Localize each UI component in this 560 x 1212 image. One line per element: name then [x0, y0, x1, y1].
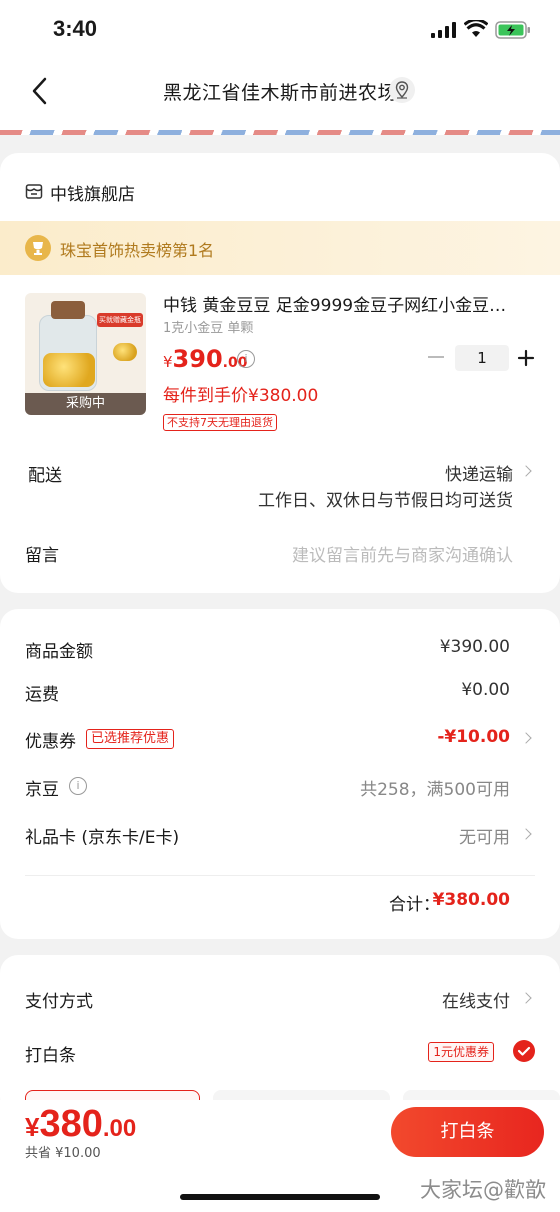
image-badge: 买就赠藏金瓶: [97, 313, 143, 327]
trophy-icon: [25, 235, 51, 261]
goods-amount-label: 商品金额: [25, 642, 93, 662]
baitiao-label: 打白条: [25, 1046, 76, 1066]
gift-card-value[interactable]: 无可用: [459, 823, 510, 848]
saved-amount: 共省 ¥10.00: [25, 1146, 101, 1161]
battery-icon: [495, 21, 530, 39]
price-info-icon[interactable]: i: [237, 350, 255, 368]
rank-banner[interactable]: 珠宝首饰热卖榜第1名: [0, 221, 560, 275]
price-currency: ¥: [163, 353, 173, 371]
delivery-time-note: 工作日、双休日与节假日均可送货: [258, 491, 513, 511]
payment-method-value[interactable]: 在线支付: [442, 987, 510, 1012]
bottom-price-integer: 380: [39, 1103, 103, 1145]
total-value: ¥380.00: [432, 890, 510, 910]
product-image[interactable]: 买就赠藏金瓶 采购中: [25, 293, 146, 415]
goods-amount-value: ¥390.00: [439, 637, 510, 657]
payment-method-label: 支付方式: [25, 992, 93, 1012]
store-card: 中钱旗舰店 珠宝首饰热卖榜第1名 买就赠藏金瓶 采购中 中钱 黄金豆豆 足金99…: [0, 153, 560, 593]
status-bar: 3:40: [0, 0, 560, 60]
quantity-input[interactable]: 1: [455, 345, 509, 371]
coupon-recommended-tag: 已选推荐优惠: [86, 729, 175, 749]
payment-chevron-icon[interactable]: [520, 992, 532, 1004]
store-icon: [25, 184, 43, 199]
gold-beans-image: [43, 353, 95, 387]
delivery-value[interactable]: 快递运输: [445, 460, 513, 485]
submit-baitiao-button[interactable]: 打白条: [391, 1107, 544, 1157]
gold-bean-image: [113, 343, 137, 361]
price-integer: 390: [172, 345, 223, 373]
wifi-icon: [464, 20, 488, 37]
header: 黑龙江省佳木斯市前进农场: [0, 60, 560, 130]
image-overlay: 采购中: [25, 393, 146, 415]
message-label: 留言: [25, 546, 59, 566]
product-price: ¥390.00: [163, 345, 247, 373]
stripe-edge: [0, 128, 560, 130]
delivery-chevron-icon[interactable]: [520, 465, 532, 477]
jar-cork: [51, 301, 85, 319]
quantity-minus-button[interactable]: [428, 356, 444, 358]
product-spec: 1克小金豆 单颗: [163, 321, 254, 336]
bottom-total-price: ¥380.00: [25, 1103, 136, 1146]
message-input[interactable]: 建议留言前先与商家沟通确认: [292, 541, 513, 566]
coupon-value[interactable]: -¥10.00: [437, 727, 510, 747]
delivery-label: 配送: [28, 466, 62, 486]
rank-text: 珠宝首饰热卖榜第1名: [60, 241, 215, 260]
amount-card: 商品金额 ¥390.00 运费 ¥0.00 优惠券 已选推荐优惠 -¥10.00…: [0, 609, 560, 939]
baitiao-coupon-tag: 1元优惠券: [428, 1042, 494, 1062]
location-icon[interactable]: [389, 77, 415, 103]
watermark: 大家坛@歡歆: [420, 1178, 546, 1202]
gift-card-chevron-icon[interactable]: [520, 828, 532, 840]
bottom-price-currency: ¥: [25, 1112, 40, 1142]
coupon-label: 优惠券: [25, 732, 76, 752]
payment-card: 支付方式 在线支付 打白条 1元优惠券: [0, 955, 560, 1120]
baitiao-checked-icon[interactable]: [513, 1040, 535, 1062]
jd-beans-label: 京豆: [25, 780, 59, 800]
jd-beans-value: 共258，满500可用: [360, 780, 510, 800]
coupon-chevron-icon[interactable]: [520, 732, 532, 744]
bottom-bar: ¥380.00 共省 ¥10.00 打白条 大家坛@歡歆: [0, 1100, 560, 1212]
home-indicator: [180, 1194, 380, 1200]
address-title[interactable]: 黑龙江省佳木斯市前进农场: [0, 78, 560, 105]
status-time: 3:40: [53, 16, 98, 41]
gift-card-label: 礼品卡 (京东卡/E卡): [25, 828, 180, 848]
signal-icon: [431, 22, 456, 38]
jd-beans-info-icon[interactable]: i: [69, 777, 87, 795]
unit-price: 每件到手价¥380.00: [163, 386, 319, 406]
quantity-plus-button[interactable]: [517, 349, 535, 367]
bottom-price-decimal: .00: [102, 1115, 137, 1142]
shipping-value: ¥0.00: [461, 680, 510, 700]
store-name[interactable]: 中钱旗舰店: [50, 180, 135, 205]
no-return-tag: 不支持7天无理由退货: [163, 414, 277, 431]
divider: [25, 875, 535, 876]
shipping-label: 运费: [25, 685, 59, 705]
product-title[interactable]: 中钱 黄金豆豆 足金9999金豆子网红小金豆…: [163, 291, 533, 316]
